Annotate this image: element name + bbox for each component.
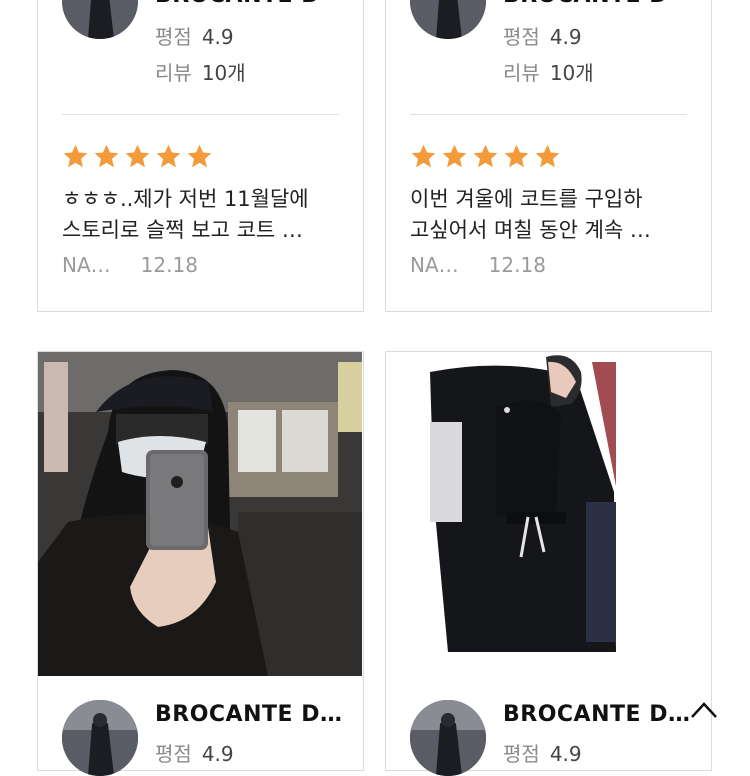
store-rating: 평점 4.9	[503, 21, 582, 50]
rating-value: 4.9	[201, 742, 234, 766]
rating-label: 평점	[155, 742, 192, 766]
star-icon	[63, 144, 88, 168]
review-date: 12.18	[140, 253, 198, 277]
avatar	[410, 0, 486, 39]
review-text[interactable]: ㅎㅎㅎ..제가 저번 11월달에 스토리로 슬쩍 보고 코트 …	[62, 184, 345, 246]
avatar	[62, 700, 138, 776]
review-text-line: ㅎㅎㅎ..제가 저번 11월달에	[62, 187, 309, 211]
review-author: NA…	[62, 253, 111, 277]
rating-label: 평점	[503, 742, 540, 766]
review-card[interactable]: BROCANTE D… 평점 4.9	[385, 351, 712, 776]
rating-label: 평점	[155, 25, 192, 49]
star-icon	[504, 144, 529, 168]
avatar	[62, 0, 138, 39]
review-footer: NA… 12.18	[62, 253, 198, 277]
store-name[interactable]: BROCANTE D	[503, 0, 668, 8]
review-label: 리뷰	[155, 61, 192, 85]
review-photo[interactable]	[38, 352, 362, 676]
star-icon	[535, 144, 560, 168]
chevron-up-icon	[691, 702, 717, 718]
review-date: 12.18	[488, 253, 546, 277]
star-icon	[125, 144, 150, 168]
star-rating	[410, 143, 561, 170]
star-icon	[442, 144, 467, 168]
review-text-line: 고싶어서 며칠 동안 계속 …	[410, 218, 651, 242]
divider	[62, 114, 339, 115]
rating-value: 4.9	[549, 25, 582, 49]
star-rating	[62, 143, 213, 170]
rating-value: 4.9	[549, 742, 582, 766]
avatar	[410, 700, 486, 776]
scroll-to-top-button[interactable]	[684, 690, 724, 730]
review-photo[interactable]	[386, 352, 710, 676]
review-count: 10개	[549, 61, 594, 85]
store-rating: 평점 4.9	[503, 738, 582, 767]
review-text-line: 스토리로 슬쩍 보고 코트 …	[62, 218, 303, 242]
review-card[interactable]: BROCANTE D… 평점 4.9	[37, 351, 364, 776]
review-label: 리뷰	[503, 61, 540, 85]
review-author: NA…	[410, 253, 459, 277]
review-count: 10개	[201, 61, 246, 85]
divider	[410, 114, 687, 115]
store-name[interactable]: BROCANTE D…	[503, 702, 690, 727]
store-rating: 평점 4.9	[155, 738, 234, 767]
star-icon	[94, 144, 119, 168]
store-name[interactable]: BROCANTE D…	[155, 702, 342, 727]
store-review-count: 리뷰 10개	[155, 57, 246, 86]
star-icon	[473, 144, 498, 168]
store-rating: 평점 4.9	[155, 21, 234, 50]
review-grid: BROCANTE D 평점 4.9 리뷰 10개 ㅎㅎㅎ..제가 저번 11월달에 …	[0, 0, 750, 776]
store-name[interactable]: BROCANTE D	[155, 0, 320, 8]
star-icon	[187, 144, 212, 168]
rating-label: 평점	[503, 25, 540, 49]
review-card[interactable]: BROCANTE D 평점 4.9 리뷰 10개 이번 겨울에 코트를 구입하 고싶…	[385, 0, 712, 312]
review-footer: NA… 12.18	[410, 253, 546, 277]
review-text-line: 이번 겨울에 코트를 구입하	[410, 187, 643, 211]
store-review-count: 리뷰 10개	[503, 57, 594, 86]
star-icon	[411, 144, 436, 168]
review-card[interactable]: BROCANTE D 평점 4.9 리뷰 10개 ㅎㅎㅎ..제가 저번 11월달에 …	[37, 0, 364, 312]
review-text[interactable]: 이번 겨울에 코트를 구입하 고싶어서 며칠 동안 계속 …	[410, 184, 693, 246]
rating-value: 4.9	[201, 25, 234, 49]
star-icon	[156, 144, 181, 168]
